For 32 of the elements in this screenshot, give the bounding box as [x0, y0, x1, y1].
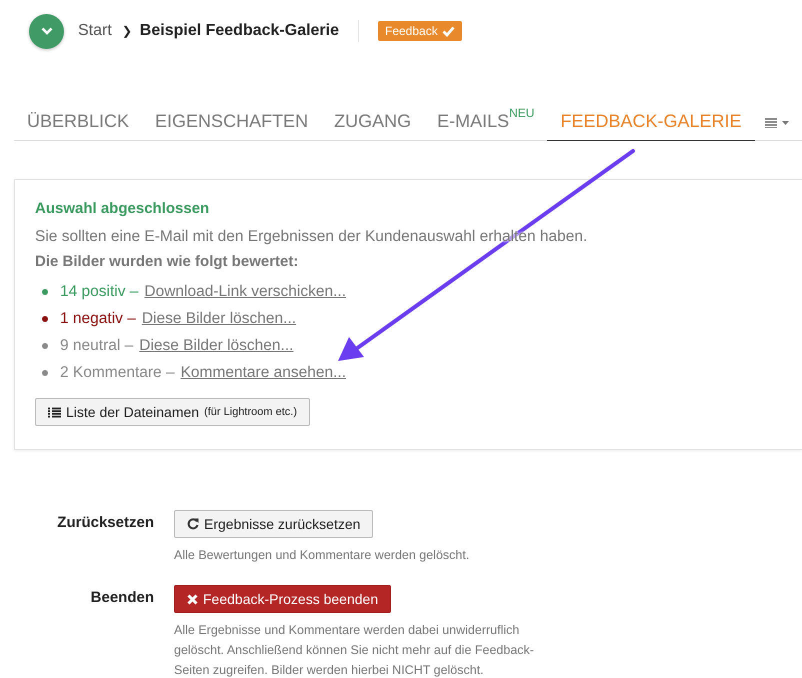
close-icon	[187, 594, 198, 604]
rating-count: 14 positiv –	[60, 282, 138, 300]
rating-count: 9 neutral –	[60, 336, 134, 354]
status-badge: Feedback	[378, 21, 462, 41]
section-label: Beenden	[90, 588, 155, 608]
menu-icon	[764, 118, 791, 128]
tab[interactable]: FEEDBACK-GALERIE	[547, 103, 755, 141]
tab[interactable]: ZUGANG	[321, 103, 424, 141]
refresh-icon	[187, 518, 199, 530]
description-text: Alle Ergebnisse und Kommentare werden dabei unwiderruflich gelöscht. Anschließend können Sie nicht mehr auf die Feedback-Seiten zugreifen. Bilder werden hierbei NICHT gelöscht.	[174, 622, 535, 678]
action-link[interactable]: Diese Bilder löschen...	[139, 336, 294, 354]
page-title: Beispiel Feedback-Galerie	[140, 22, 339, 40]
panel-subtitle: Die Bilder wurden wie folgt bewertet:	[35, 253, 300, 270]
action-link[interactable]: Download-Link verschicken...	[144, 282, 346, 300]
tab[interactable]: E-MAILS$^{NEU}$	[424, 103, 548, 141]
list-icon	[48, 406, 61, 418]
dropdown-button[interactable]	[29, 14, 64, 48]
rating-count: 1 negativ –	[60, 310, 136, 328]
tab[interactable]: EIGENSCHAFTEN	[142, 103, 322, 141]
description-text: Alle Bewertungen und Kommentare werden gelöscht.	[174, 547, 470, 564]
tab[interactable]: ÜBERBLICK	[14, 103, 142, 141]
breadcrumb-separator: ❯	[122, 24, 132, 38]
rating-count: 2 Kommentare –	[60, 364, 175, 382]
action-link[interactable]: Diese Bilder löschen...	[142, 310, 296, 328]
end-process-button[interactable]: Feedback-Prozess beenden	[174, 585, 392, 613]
chevron-down-icon	[40, 27, 52, 35]
panel-title: Auswahl abgeschlossen	[35, 200, 210, 217]
section-label: Zurücksetzen	[56, 513, 155, 533]
reset-button[interactable]: Ergebnisse zurücksetzen	[174, 510, 374, 538]
breadcrumb-link[interactable]: Start	[78, 22, 112, 40]
action-link[interactable]: Kommentare ansehen...	[180, 364, 346, 382]
filename-list-button[interactable]: Liste der Dateinamen (für Lightroom etc.)	[35, 398, 310, 426]
